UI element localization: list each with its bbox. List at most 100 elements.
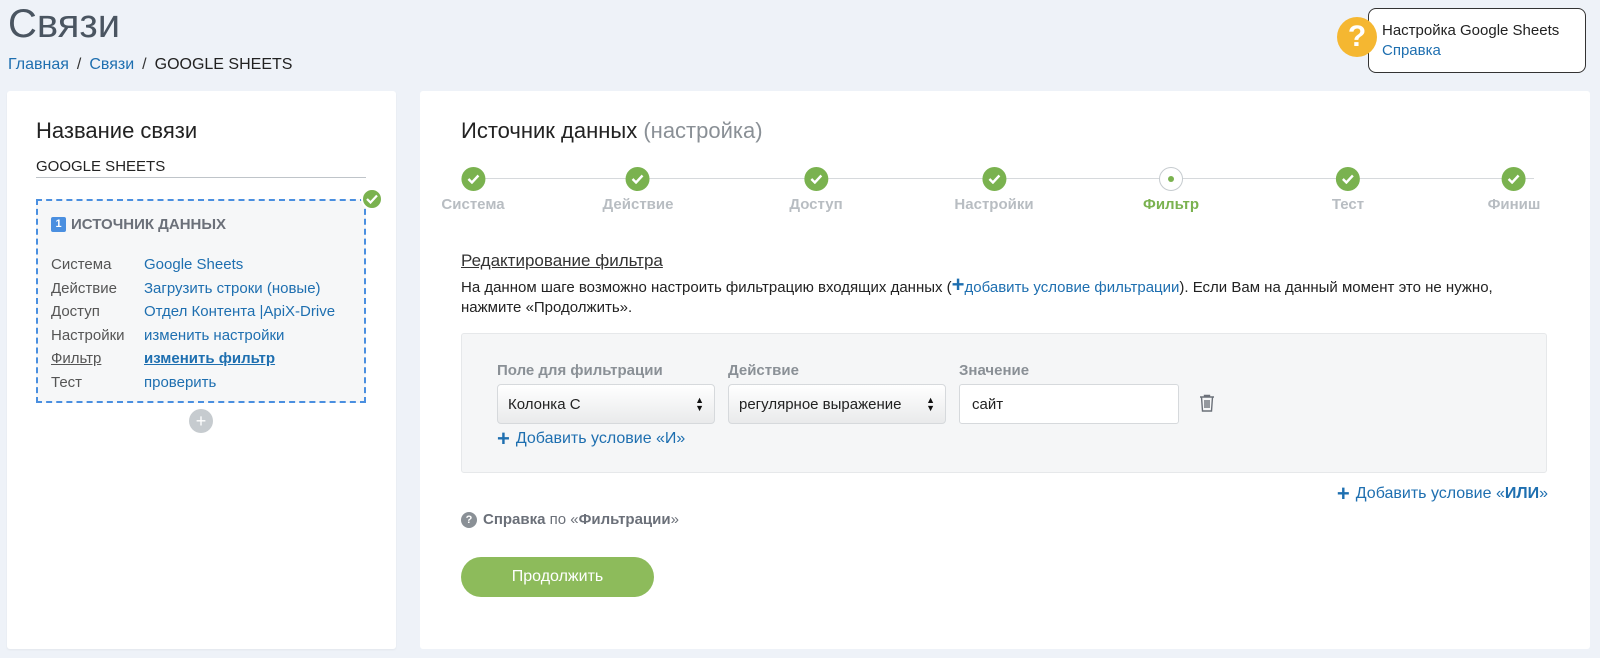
description-text: На данном шаге возможно настроить фильтр…: [461, 279, 952, 296]
step-label: Финиш: [1487, 196, 1541, 213]
connection-name-title: Название связи: [36, 118, 198, 143]
help-title: Настройка Google Sheets: [1382, 22, 1560, 39]
step-action[interactable]: Действие: [602, 167, 674, 213]
step-label: Фильтр: [1143, 196, 1199, 213]
step-label: Действие: [602, 196, 674, 213]
source-row-filter: Фильтр изменить фильтр: [51, 347, 341, 371]
step-settings[interactable]: Настройки: [954, 167, 1034, 213]
help-question-icon[interactable]: ?: [1337, 17, 1377, 57]
add-and-label: Добавить условие «И»: [515, 430, 686, 447]
add-block-button[interactable]: +: [189, 409, 213, 433]
source-title: ИСТОЧНИК ДАННЫХ: [71, 216, 227, 233]
add-and-condition-button[interactable]: + Добавить условие «И»: [497, 426, 686, 451]
source-row-value[interactable]: Загрузить строки (новые): [144, 277, 341, 301]
check-icon: [1336, 167, 1360, 191]
check-icon: [460, 167, 485, 191]
filter-help-link[interactable]: ? Справка по «Фильтрации»: [461, 511, 679, 528]
main-card: Источник данных (настройка) Система Дейс…: [420, 91, 1590, 649]
source-header: 1 ИСТОЧНИК ДАННЫХ: [51, 216, 226, 233]
source-row-action: Действие Загрузить строки (новые): [51, 277, 341, 301]
step-progress: Система Действие Доступ Настройки Фильтр…: [441, 167, 1546, 217]
section-title: Источник данных (настройка): [461, 118, 763, 144]
breadcrumb-home[interactable]: Главная: [8, 56, 69, 74]
check-icon: [626, 167, 650, 191]
trash-icon[interactable]: [1199, 394, 1215, 412]
source-row-value[interactable]: Google Sheets: [144, 253, 341, 277]
source-row-key: Фильтр: [51, 350, 102, 367]
source-row-settings: Настройки изменить настройки: [51, 324, 341, 348]
step-label: Доступ: [789, 196, 843, 213]
step-label: Настройки: [954, 196, 1034, 213]
add-or-condition-button[interactable]: + Добавить условие «ИЛИ»: [1336, 481, 1548, 506]
check-icon: [361, 188, 383, 210]
source-row-value[interactable]: проверить: [144, 371, 341, 395]
help-text-mid: по «: [545, 511, 579, 528]
source-row-value[interactable]: Отдел Контента |ApiX-Drive: [144, 300, 341, 324]
filter-action-value: регулярное выражение: [739, 395, 902, 413]
page-title: Связи: [8, 2, 121, 46]
source-row-key: Тест: [51, 373, 83, 391]
breadcrumb-separator: /: [142, 56, 147, 73]
connection-name-field[interactable]: GOOGLE SHEETS: [36, 158, 366, 178]
add-filter-condition-label: добавить условие фильтрации: [964, 279, 1180, 296]
source-number-badge: 1: [51, 217, 66, 232]
breadcrumb: Главная / Связи / GOOGLE SHEETS: [8, 56, 292, 74]
select-arrows-icon: ▲ ▼: [695, 395, 704, 413]
source-row-key: Система: [51, 256, 112, 273]
source-row-system: Система Google Sheets: [51, 253, 341, 277]
step-test[interactable]: Тест: [1332, 167, 1364, 213]
question-icon: ?: [461, 511, 477, 528]
plus-icon: +: [951, 272, 965, 297]
filter-field-select[interactable]: Колонка C ▲ ▼: [497, 384, 715, 424]
filter-help-text: Справка по «Фильтрации»: [483, 511, 679, 528]
help-text-end: »: [670, 511, 679, 528]
filter-edit-title: Редактирование фильтра: [461, 251, 663, 270]
breadcrumb-connections[interactable]: Связи: [89, 56, 134, 74]
source-row-key: Действие: [51, 279, 117, 297]
step-label: Система: [441, 196, 505, 213]
source-row-key: Доступ: [51, 303, 100, 320]
continue-button[interactable]: Продолжить: [461, 557, 654, 597]
help-box: Настройка Google Sheets Справка: [1368, 8, 1586, 73]
plus-icon: +: [1336, 481, 1350, 506]
add-or-label-prefix: Добавить условие «: [1355, 485, 1505, 502]
section-title-main: Источник данных: [461, 118, 638, 143]
help-link[interactable]: Справка: [1382, 42, 1441, 59]
breadcrumb-current: GOOGLE SHEETS: [154, 56, 293, 73]
check-icon: [981, 167, 1006, 191]
step-finish[interactable]: Финиш: [1487, 167, 1541, 213]
source-row-test: Тест проверить: [51, 371, 341, 395]
add-or-label: Добавить условие «ИЛИ»: [1356, 485, 1548, 503]
select-arrows-icon: ▲ ▼: [926, 395, 935, 413]
source-row-value[interactable]: изменить фильтр: [144, 347, 341, 371]
check-icon: [804, 167, 828, 191]
add-or-label-suffix: »: [1539, 485, 1548, 502]
filter-field-label: Поле для фильтрации: [497, 362, 663, 379]
filter-value-input[interactable]: сайт: [959, 384, 1179, 424]
section-title-sub: (настройка): [643, 118, 763, 143]
step-label: Тест: [1331, 196, 1365, 213]
help-text-bold: Справка: [483, 511, 546, 528]
add-or-label-bold: ИЛИ: [1504, 485, 1540, 502]
filter-field-value: Колонка C: [508, 395, 581, 413]
step-filter[interactable]: Фильтр: [1143, 167, 1199, 213]
source-row-key: Настройки: [51, 326, 125, 344]
source-row-access: Доступ Отдел Контента |ApiX-Drive: [51, 300, 341, 324]
check-icon: [1502, 167, 1526, 191]
filter-description: На данном шаге возможно настроить фильтр…: [461, 274, 1551, 318]
breadcrumb-separator: /: [76, 56, 82, 73]
source-row-value[interactable]: изменить настройки: [144, 324, 341, 348]
filter-panel: Поле для фильтрации Действие Значение Ко…: [461, 333, 1547, 473]
current-step-icon: [1159, 167, 1183, 191]
plus-icon: +: [497, 426, 510, 451]
connection-card: Название связи GOOGLE SHEETS 1 ИСТОЧНИК …: [7, 91, 396, 649]
filter-action-select[interactable]: регулярное выражение ▲ ▼: [728, 384, 946, 424]
step-system[interactable]: Система: [441, 167, 505, 213]
source-details: Система Google Sheets Действие Загрузить…: [51, 253, 341, 394]
step-access[interactable]: Доступ: [789, 167, 843, 213]
add-filter-condition-link[interactable]: +добавить условие фильтрации: [952, 274, 1180, 297]
filter-action-label: Действие: [728, 362, 799, 379]
filter-value-label: Значение: [959, 362, 1030, 379]
source-block[interactable]: 1 ИСТОЧНИК ДАННЫХ Система Google Sheets …: [36, 199, 366, 403]
help-text-topic: Фильтрации: [578, 511, 671, 528]
